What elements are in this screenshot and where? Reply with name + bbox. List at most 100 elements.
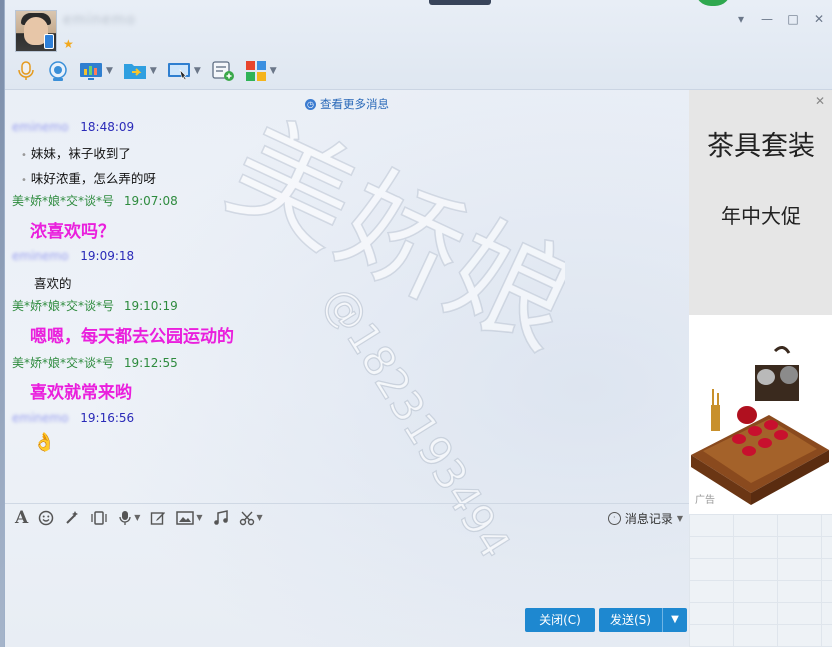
chat-header: eminemo ★ ▾ — □ ✕ ▼ ▼ ▼ ▼ [5,0,832,90]
ad-product-image[interactable]: 广告 [689,315,832,514]
edit-icon [151,511,166,525]
new-discussion-icon [212,61,234,81]
music-button[interactable] [213,509,229,526]
send-button[interactable]: 发送(S) ▼ [599,608,687,632]
window-menu-button[interactable]: ▾ [735,12,747,26]
send-button-label[interactable]: 发送(S) [599,608,663,632]
new-discussion-button[interactable] [211,59,235,83]
view-more-messages-label: 查看更多消息 [320,97,389,111]
message-history-button[interactable]: · 消息记录 ▼ [607,510,683,527]
message-text: 浓喜欢吗？ [30,222,115,242]
close-window-button[interactable]: ✕ [813,12,825,26]
message-time: 19:16:56 [80,411,135,425]
minimize-button[interactable]: — [761,12,773,26]
message-text: 喜欢就常来哟 [30,383,132,403]
message-sender[interactable]: eminemo [12,120,68,134]
voice-message-button[interactable]: ▼ [118,510,140,526]
chat-window: eminemo ★ ▾ — □ ✕ ▼ ▼ ▼ ▼ 美娇娘 @182319349… [4,0,832,647]
apps-button[interactable]: ▼ [245,59,277,83]
top-green-badge [695,0,731,6]
message-header: eminemo 19:09:18 [12,249,134,263]
contact-avatar[interactable] [15,10,57,52]
ad-panel-background [689,514,832,647]
message-header: 美*娇*娘*交*谈*号 19:10:19 [12,297,178,314]
emoji-button[interactable] [38,510,54,526]
voice-call-button[interactable] [15,59,37,83]
image-icon [176,510,195,525]
message-text: • 味好浓重，怎么弄的呀 [21,168,156,187]
message-sender[interactable]: eminemo [12,249,68,263]
send-file-icon [123,64,146,79]
message-text: 嗯嗯，每天都去公园运动的 [30,327,234,347]
write-button[interactable] [150,510,166,526]
ad-close-icon[interactable]: ✕ [815,94,825,108]
message-time: 19:10:19 [123,299,178,313]
message-header: eminemo 19:16:56 [12,411,134,425]
close-button[interactable]: 关闭(C) [525,608,595,632]
input-toolbar: A ▼ ▼ ▼ · 消息记录 ▼ [5,503,689,531]
magic-wand-icon [66,510,79,524]
remote-assist-dropdown-icon[interactable]: ▼ [194,66,201,76]
message-list: ◷ 查看更多消息 eminemo 18:48:09 • 妹妹，袜子收到了 • 味好浓… [5,90,689,503]
magic-button[interactable] [64,510,80,526]
message-sender[interactable]: 美*娇*娘*交*谈*号 [12,194,114,208]
screenshot-dropdown-icon[interactable]: ▼ [257,513,263,522]
message-time: 18:48:09 [80,120,135,134]
smiley-icon [38,510,54,525]
screen-share-button[interactable]: ▼ [79,59,113,83]
clock-icon: · [607,512,621,525]
message-line: 妹妹，袜子收到了 [30,146,131,161]
mobile-online-icon [44,34,54,49]
apps-icon [245,61,266,81]
ad-title: 茶具套装 [707,131,815,162]
ok-hand-emoji-icon: 👌 [33,432,56,453]
send-options-dropdown-icon[interactable]: ▼ [663,608,687,632]
window-controls: ▾ — □ ✕ [735,12,825,26]
send-file-button[interactable]: ▼ [123,59,157,83]
message-header: eminemo 18:48:09 [12,120,134,134]
message-sender[interactable]: eminemo [12,411,68,425]
message-sender[interactable]: 美*娇*娘*交*谈*号 [12,356,114,370]
message-input-area[interactable] [5,531,689,603]
message-header: 美*娇*娘*交*谈*号 19:12:55 [12,354,178,371]
message-input[interactable] [5,531,689,603]
voice-message-dropdown-icon[interactable]: ▼ [134,513,140,522]
message-text: • 妹妹，袜子收到了 [21,143,131,162]
remote-assist-button[interactable]: ▼ [167,59,201,83]
contact-name[interactable]: eminemo [63,12,136,28]
send-image-dropdown-icon[interactable]: ▼ [196,513,202,522]
ad-panel[interactable]: ✕ 茶具套装 年中大促 广告 [689,90,832,514]
screenshot-button[interactable]: ▼ [239,510,263,526]
music-note-icon [213,509,228,525]
scissors-icon [239,511,254,525]
message-header: 美*娇*娘*交*谈*号 19:07:08 [12,192,178,209]
font-button[interactable]: A [15,508,28,528]
tea-set-illustration [689,315,832,514]
message-time: 19:07:08 [123,194,178,208]
view-more-messages-link[interactable]: ◷ 查看更多消息 [305,96,389,112]
message-sender[interactable]: 美*娇*娘*交*谈*号 [12,299,114,313]
send-image-button[interactable]: ▼ [176,510,203,526]
video-call-button[interactable] [47,59,69,83]
vip-star-icon[interactable]: ★ [63,37,74,51]
message-time: 19:09:18 [80,249,135,263]
send-file-dropdown-icon[interactable]: ▼ [150,66,157,76]
top-tab-handle [429,0,491,5]
message-time: 19:12:55 [123,356,178,370]
screen-share-dropdown-icon[interactable]: ▼ [106,66,113,76]
font-icon: A [15,507,29,528]
chat-toolbar: ▼ ▼ ▼ ▼ [15,58,277,84]
shake-window-button[interactable] [90,510,108,526]
screen-share-icon [80,63,102,80]
webcam-icon [49,61,67,81]
message-history-label: 消息记录 [624,512,673,526]
chevron-down-icon: ▼ [676,514,683,523]
apps-dropdown-icon[interactable]: ▼ [270,66,277,76]
clock-icon: ◷ [305,98,316,110]
microphone-small-icon [119,510,131,525]
microphone-icon [18,61,34,80]
maximize-button[interactable]: □ [787,12,799,26]
ad-subtitle: 年中大促 [721,204,801,228]
remote-assist-icon [167,63,190,81]
shake-icon [91,510,107,525]
